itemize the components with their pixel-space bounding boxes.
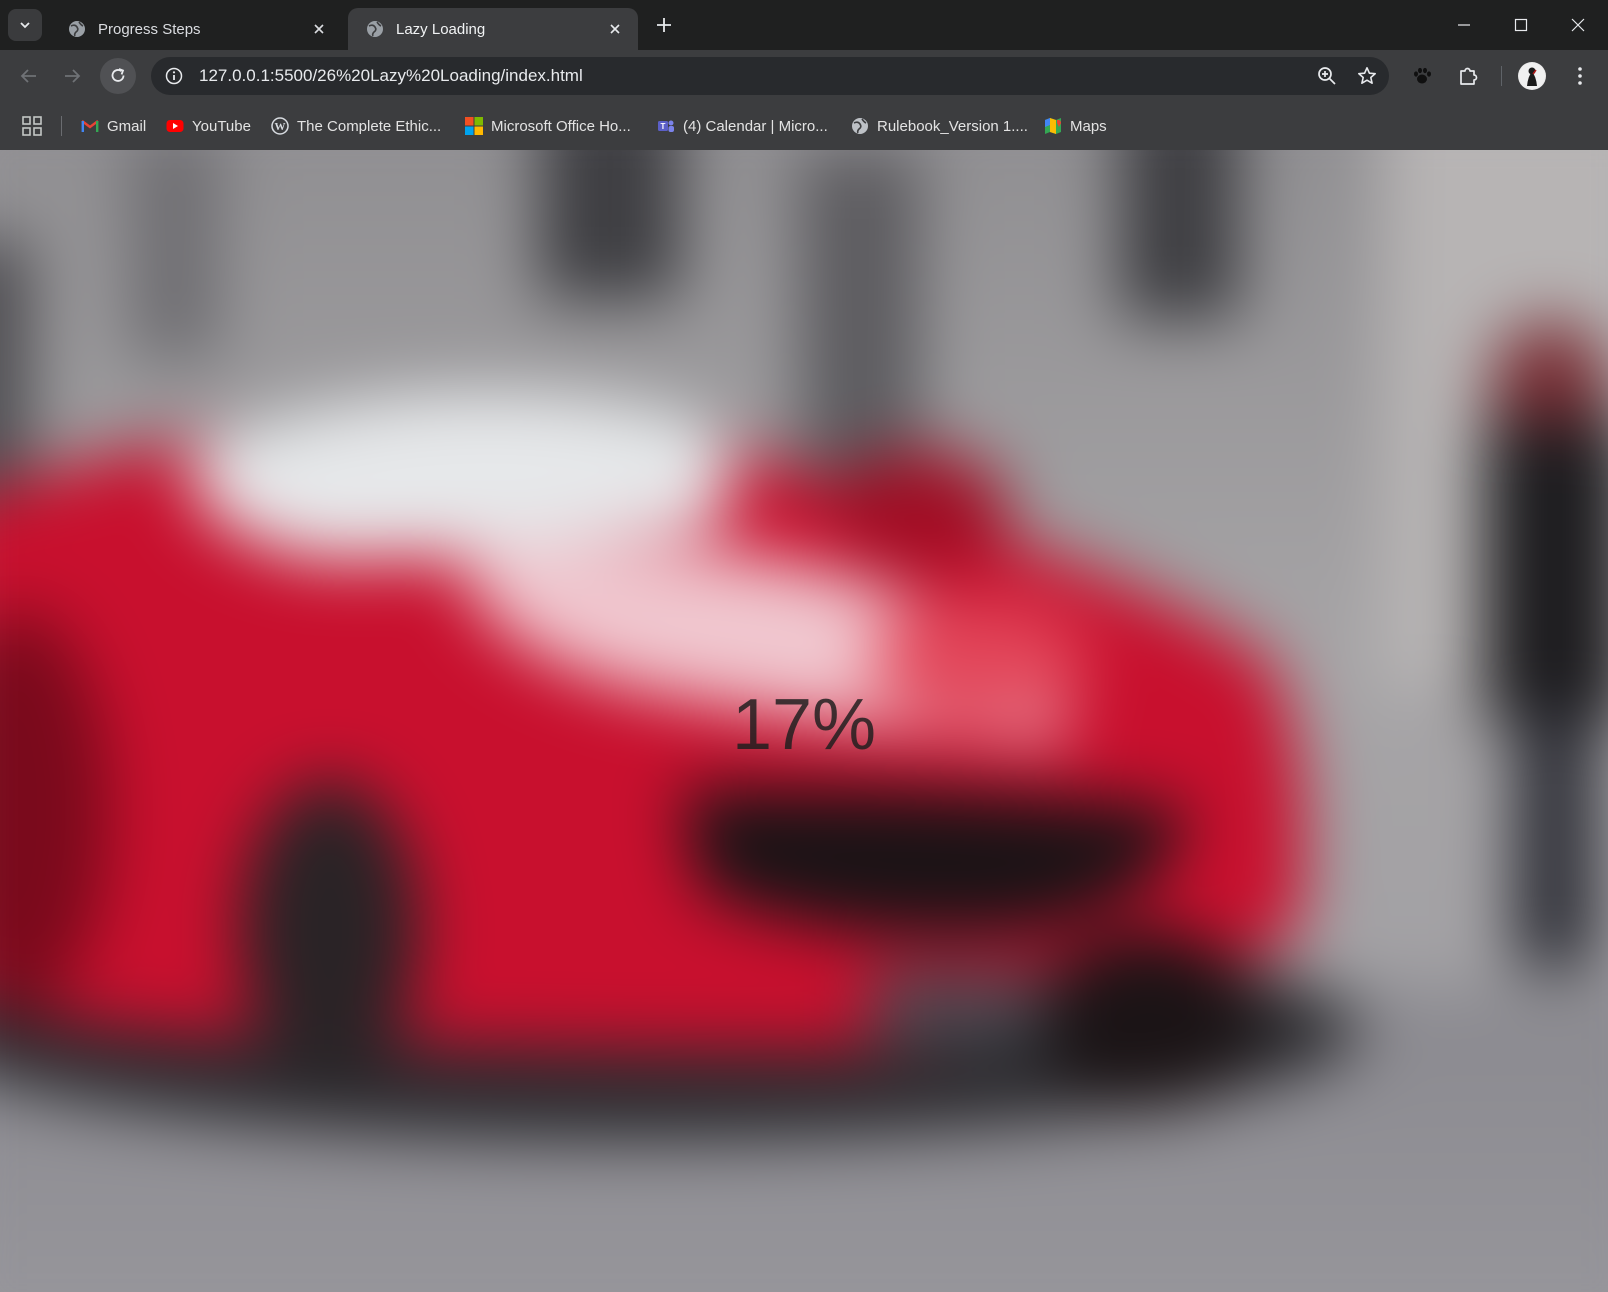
bookmark-label: Microsoft Office Ho...	[491, 117, 631, 135]
bookmark-label: Gmail	[107, 117, 147, 135]
bookmark-label: YouTube	[192, 117, 251, 135]
maps-icon	[1045, 118, 1062, 134]
bookmark-maps[interactable]: Maps	[1044, 114, 1107, 138]
globe-icon	[367, 21, 383, 37]
site-info-icon[interactable]	[159, 61, 189, 91]
paw-extension-icon[interactable]	[1406, 60, 1438, 92]
tab-lazy-loading[interactable]: Lazy Loading	[348, 8, 638, 50]
wordpress-icon: W	[271, 117, 289, 135]
bookmark-complete-ethic[interactable]: W The Complete Ethic...	[271, 114, 441, 138]
bookmark-youtube[interactable]: YouTube	[166, 114, 251, 138]
close-window-button[interactable]	[1560, 10, 1596, 40]
svg-text:W: W	[275, 121, 286, 133]
tab-title: Lazy Loading	[396, 20, 486, 38]
bookmarks-bar: Gmail YouTube W The Complete Ethic... Mi…	[0, 102, 1608, 150]
chevron-down-icon	[20, 22, 30, 29]
bookmark-calendar[interactable]: T (4) Calendar | Micro...	[657, 114, 828, 138]
teams-icon: T	[658, 120, 674, 132]
new-tab-button[interactable]	[652, 13, 676, 37]
bookmark-label: Maps	[1070, 117, 1107, 135]
bookmark-star-icon[interactable]	[1352, 57, 1382, 95]
profile-avatar[interactable]	[1518, 62, 1546, 90]
forward-button[interactable]	[54, 58, 90, 94]
avatar-icon	[1519, 63, 1545, 89]
tab-strip: Progress Steps Lazy Loading	[0, 0, 1608, 50]
arrow-left-icon	[20, 69, 36, 83]
youtube-icon	[166, 120, 184, 132]
address-bar[interactable]: 127.0.0.1:5500/26%20Lazy%20Loading/index…	[151, 57, 1389, 95]
toolbar-divider	[1501, 66, 1502, 86]
microsoft-icon	[465, 117, 483, 135]
url-text: 127.0.0.1:5500/26%20Lazy%20Loading/index…	[199, 66, 583, 85]
bookmarks-divider	[61, 116, 62, 136]
apps-grid-icon[interactable]	[20, 114, 44, 138]
svg-text:T: T	[661, 122, 666, 131]
loading-percent-text: 17%	[731, 685, 877, 765]
minimize-button[interactable]	[1446, 10, 1482, 40]
close-tab-icon[interactable]	[310, 20, 328, 38]
tab-title: Progress Steps	[98, 20, 201, 38]
close-tab-icon[interactable]	[606, 20, 624, 38]
bookmark-label: Rulebook_Version 1....	[877, 117, 1028, 135]
menu-button[interactable]	[1564, 60, 1596, 92]
toolbar: 127.0.0.1:5500/26%20Lazy%20Loading/index…	[0, 50, 1608, 102]
bookmark-label: The Complete Ethic...	[297, 117, 442, 135]
page-viewport: 17%	[0, 150, 1608, 1292]
gmail-icon	[81, 120, 99, 132]
bookmark-gmail[interactable]: Gmail	[81, 114, 146, 138]
bookmark-rulebook[interactable]: Rulebook_Version 1....	[851, 114, 1028, 138]
extensions-puzzle-icon[interactable]	[1452, 60, 1484, 92]
zoom-icon[interactable]	[1312, 57, 1342, 95]
kebab-menu-icon	[1578, 67, 1582, 85]
bookmark-microsoft-office[interactable]: Microsoft Office Ho...	[465, 114, 631, 138]
maximize-button[interactable]	[1503, 10, 1539, 40]
minimize-icon	[1458, 24, 1470, 26]
bookmark-label: (4) Calendar | Micro...	[683, 117, 828, 135]
back-button[interactable]	[11, 58, 47, 94]
globe-icon	[852, 118, 868, 134]
tab-progress-steps[interactable]: Progress Steps	[50, 8, 342, 50]
arrow-right-icon	[65, 69, 81, 83]
tab-search-button[interactable]	[8, 9, 42, 41]
reload-button[interactable]	[100, 58, 136, 94]
plus-icon	[657, 18, 671, 32]
globe-icon	[69, 21, 85, 37]
maximize-icon	[1514, 18, 1528, 32]
reload-icon	[111, 68, 125, 82]
close-icon	[1571, 18, 1585, 32]
